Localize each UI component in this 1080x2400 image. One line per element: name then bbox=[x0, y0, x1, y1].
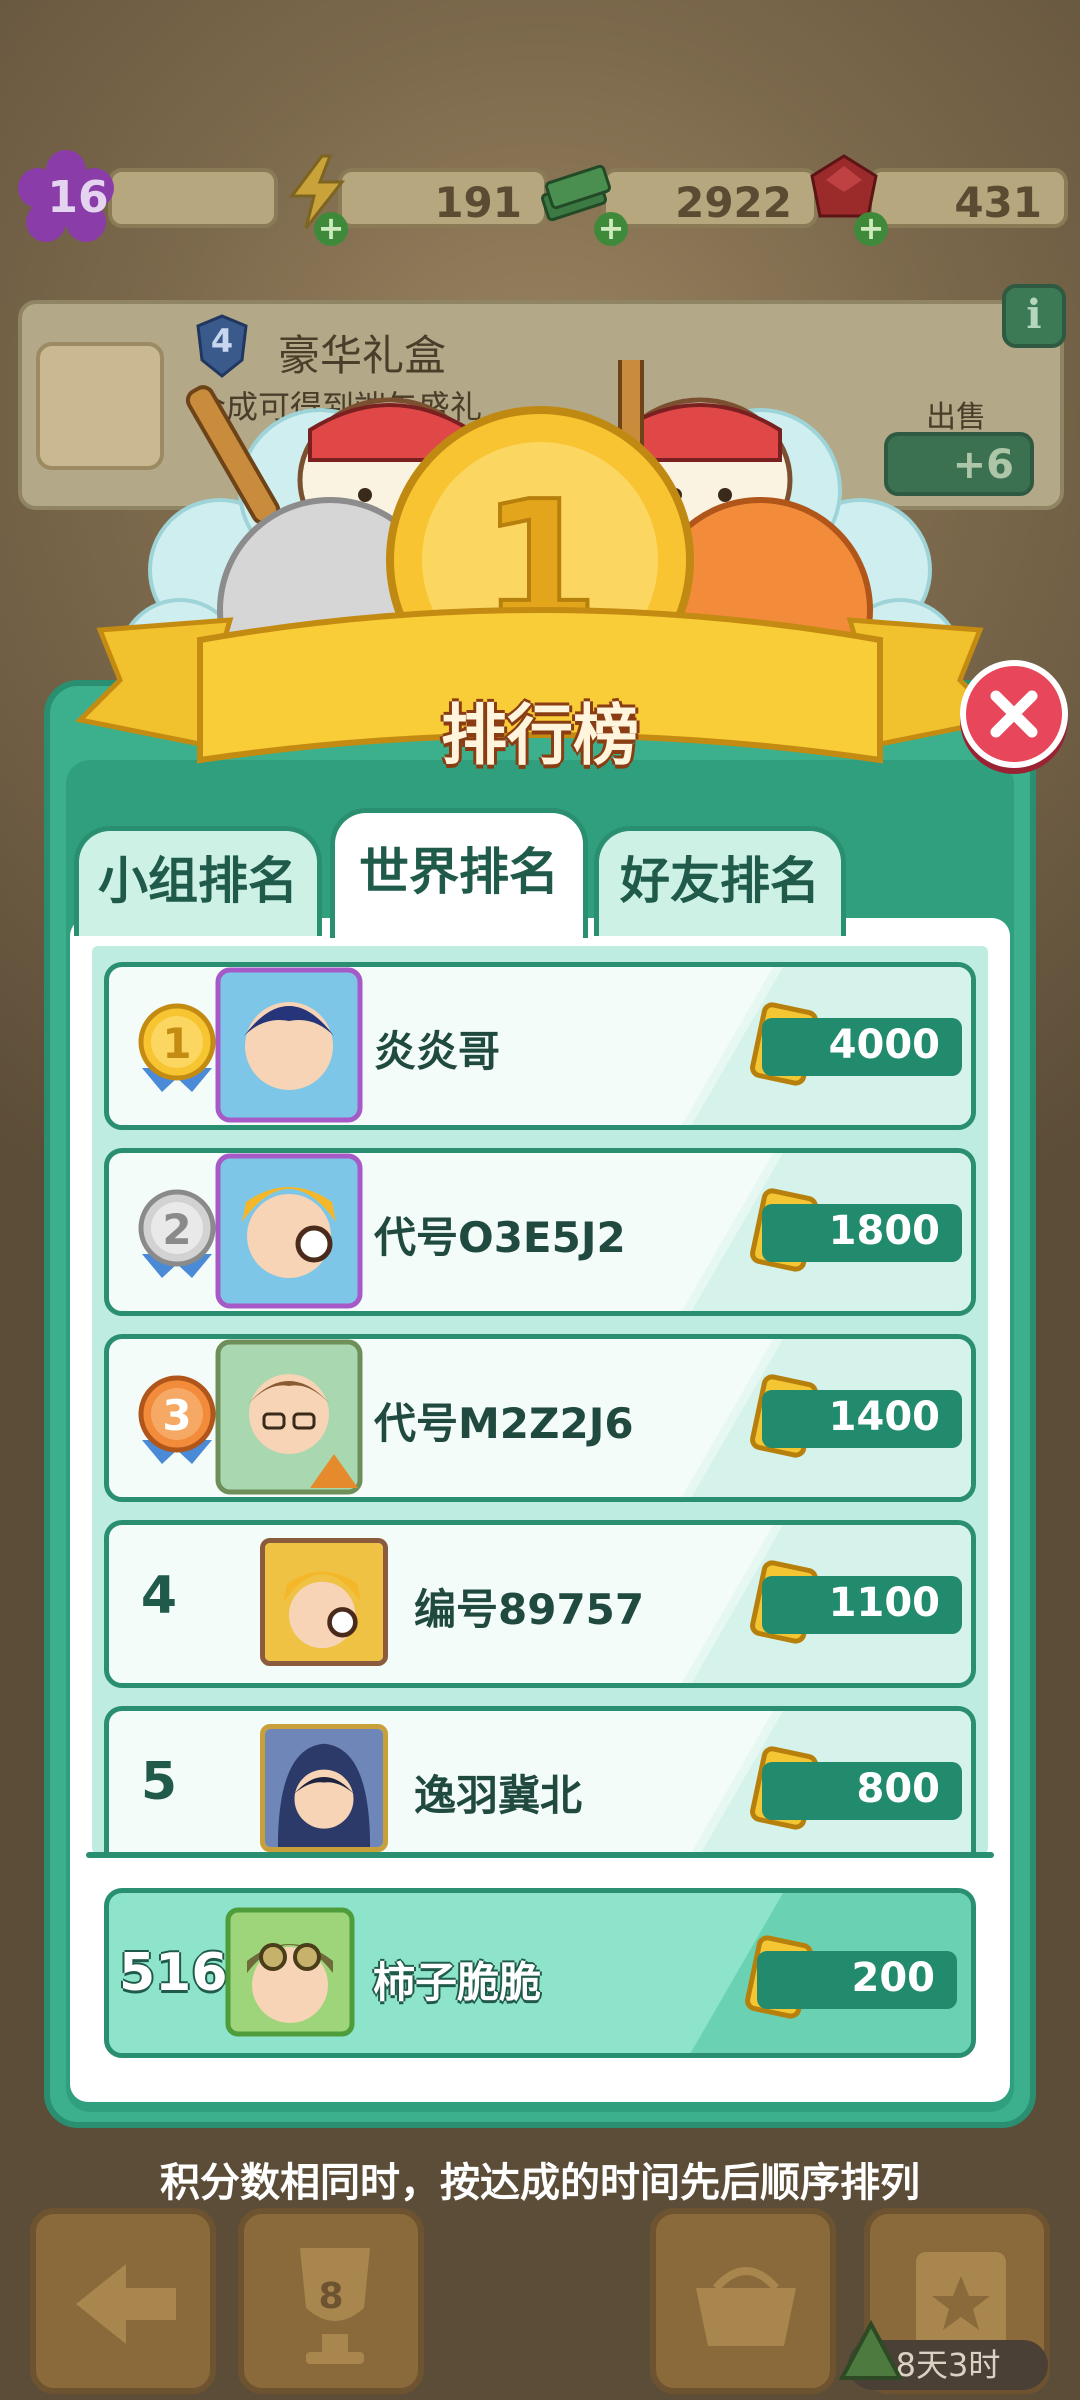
player-name: 代号M2Z2J6 bbox=[374, 1399, 634, 1448]
gift-level: 4 bbox=[210, 322, 234, 360]
rice-dumpling-icon bbox=[838, 2319, 904, 2380]
energy-bar[interactable]: 191 bbox=[338, 168, 548, 228]
resource-bar: 16 191 + 2922 + 431 + bbox=[18, 150, 1068, 246]
energy-value: 191 bbox=[434, 178, 522, 227]
tab-world-ranking[interactable]: 世界排名 bbox=[330, 808, 588, 938]
close-icon bbox=[990, 690, 1038, 738]
score-pill: 1100 bbox=[762, 1576, 962, 1634]
gem-plus-icon[interactable]: + bbox=[854, 212, 888, 246]
score-value: 1100 bbox=[828, 1580, 940, 1626]
player-avatar bbox=[215, 1339, 363, 1495]
tab-group-ranking[interactable]: 小组排名 bbox=[74, 826, 322, 936]
player-name: 逸羽冀北 bbox=[414, 1771, 583, 1820]
back-button[interactable] bbox=[30, 2208, 216, 2394]
score-value: 800 bbox=[856, 1766, 941, 1812]
svg-text:1: 1 bbox=[162, 1019, 191, 1068]
shop-basket-button[interactable] bbox=[650, 2208, 836, 2394]
leaderboard-row-1[interactable]: 1 炎炎哥 4000 bbox=[104, 962, 976, 1130]
rank-number: 4 bbox=[140, 1566, 178, 1626]
cash-value: 2922 bbox=[675, 178, 792, 227]
leaderboard-row-4[interactable]: 4 编号89757 1100 bbox=[104, 1520, 976, 1688]
ranking-footnote: 积分数相同时，按达成的时间先后顺序排列 bbox=[160, 2160, 920, 2206]
trophy-button[interactable]: 8 bbox=[238, 2208, 424, 2394]
cash-plus-icon[interactable]: + bbox=[594, 212, 628, 246]
leaderboard-row-2[interactable]: 2 代号O3E5J2 1800 bbox=[104, 1148, 976, 1316]
leaderboard-row-5[interactable]: 5 逸羽冀北 800 bbox=[104, 1706, 976, 1856]
my-rank-row[interactable]: 516 柿子脆脆 200 bbox=[104, 1888, 976, 2058]
score-pill: 4000 bbox=[762, 1018, 962, 1076]
gem-bar[interactable]: 431 bbox=[868, 168, 1068, 228]
my-name: 柿子脆脆 bbox=[373, 1958, 542, 2007]
info-button[interactable]: i bbox=[1002, 284, 1066, 348]
leaderboard-row-3[interactable]: 3 代号M2Z2J6 1400 bbox=[104, 1334, 976, 1502]
dialog-title: 排行榜 bbox=[441, 697, 639, 774]
score-pill: 800 bbox=[762, 1762, 962, 1820]
close-button[interactable] bbox=[960, 660, 1068, 768]
player-avatar bbox=[215, 967, 363, 1123]
list-divider bbox=[86, 1852, 994, 1858]
my-rank: 516 bbox=[119, 1943, 228, 2003]
back-arrow-icon bbox=[76, 2264, 176, 2344]
score-pill: 1400 bbox=[762, 1390, 962, 1448]
player-avatar bbox=[260, 1538, 388, 1666]
score-pill: 1800 bbox=[762, 1204, 962, 1262]
cash-bar[interactable]: 2922 bbox=[602, 168, 818, 228]
trophy-badge: 8 bbox=[318, 2276, 344, 2317]
player-name: 炎炎哥 bbox=[374, 1027, 501, 1076]
player-name: 代号O3E5J2 bbox=[374, 1213, 626, 1262]
level-value: 16 bbox=[47, 172, 109, 223]
player-avatar bbox=[215, 1153, 363, 1309]
svg-text:3: 3 bbox=[162, 1391, 191, 1440]
rank-number: 5 bbox=[140, 1752, 178, 1812]
player-name: 编号89757 bbox=[414, 1585, 645, 1634]
score-value: 4000 bbox=[828, 1022, 940, 1068]
tab-friend-ranking[interactable]: 好友排名 bbox=[594, 826, 846, 936]
level-bar[interactable] bbox=[108, 168, 278, 228]
basket-icon bbox=[696, 2267, 796, 2346]
score-value: 1400 bbox=[828, 1394, 940, 1440]
my-avatar bbox=[225, 1907, 355, 2037]
my-score: 200 bbox=[851, 1955, 936, 2001]
energy-plus-icon[interactable]: + bbox=[314, 212, 348, 246]
score-pill: 200 bbox=[757, 1951, 957, 2009]
gem-value: 431 bbox=[954, 178, 1042, 227]
svg-text:2: 2 bbox=[162, 1205, 191, 1254]
score-value: 1800 bbox=[828, 1208, 940, 1254]
player-avatar bbox=[260, 1724, 388, 1852]
